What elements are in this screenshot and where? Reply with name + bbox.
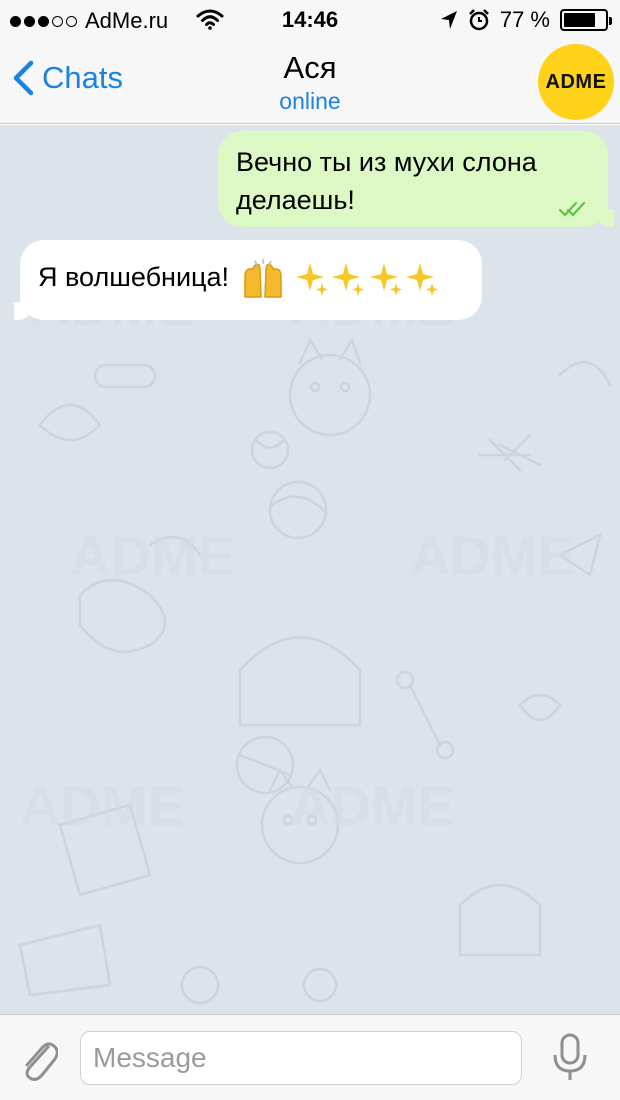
message-list[interactable]: ADME ADME ADME ADME ADME ADME Вечно ты и… — [0, 125, 620, 1014]
read-checkmarks-icon — [558, 201, 586, 217]
outgoing-message[interactable]: Вечно ты из мухи слона делаешь! — [218, 131, 614, 227]
message-input[interactable] — [80, 1031, 522, 1085]
online-status: online — [279, 88, 341, 114]
watermark-text: ADME — [410, 524, 575, 587]
status-bar: AdMe.ru 14:46 77 % — [0, 0, 620, 40]
message-text: Я волшебница! — [38, 262, 230, 292]
watermark-text: ADME — [70, 524, 235, 587]
alarm-clock-icon — [468, 9, 489, 31]
incoming-message[interactable]: Я волшебница! — [14, 240, 482, 320]
telegram-chat-screen: AdMe.ru 14:46 77 % Chats Ася online ADME… — [0, 0, 620, 1100]
battery-icon — [560, 9, 612, 31]
location-arrow-icon — [440, 11, 457, 29]
paperclip-icon[interactable] — [18, 1035, 58, 1081]
battery-percent: 77 % — [499, 7, 550, 32]
watermark-text: ADME — [20, 774, 185, 837]
microphone-icon[interactable] — [552, 1033, 588, 1083]
message-text: Вечно ты из мухи слона делаешь! — [236, 147, 537, 215]
raising-hands-emoji-icon — [243, 258, 282, 298]
battery-level — [564, 13, 595, 27]
sparkles-emoji-icon — [296, 262, 439, 296]
message-input-bar — [0, 1014, 620, 1100]
navigation-bar: Chats Ася online ADME — [0, 40, 620, 124]
chat-title[interactable]: Ася — [0, 50, 620, 86]
contact-avatar[interactable]: ADME — [538, 44, 614, 120]
watermark-text: ADME — [290, 774, 455, 837]
status-right-group: 77 % — [440, 7, 612, 33]
avatar-text: ADME — [545, 70, 607, 93]
